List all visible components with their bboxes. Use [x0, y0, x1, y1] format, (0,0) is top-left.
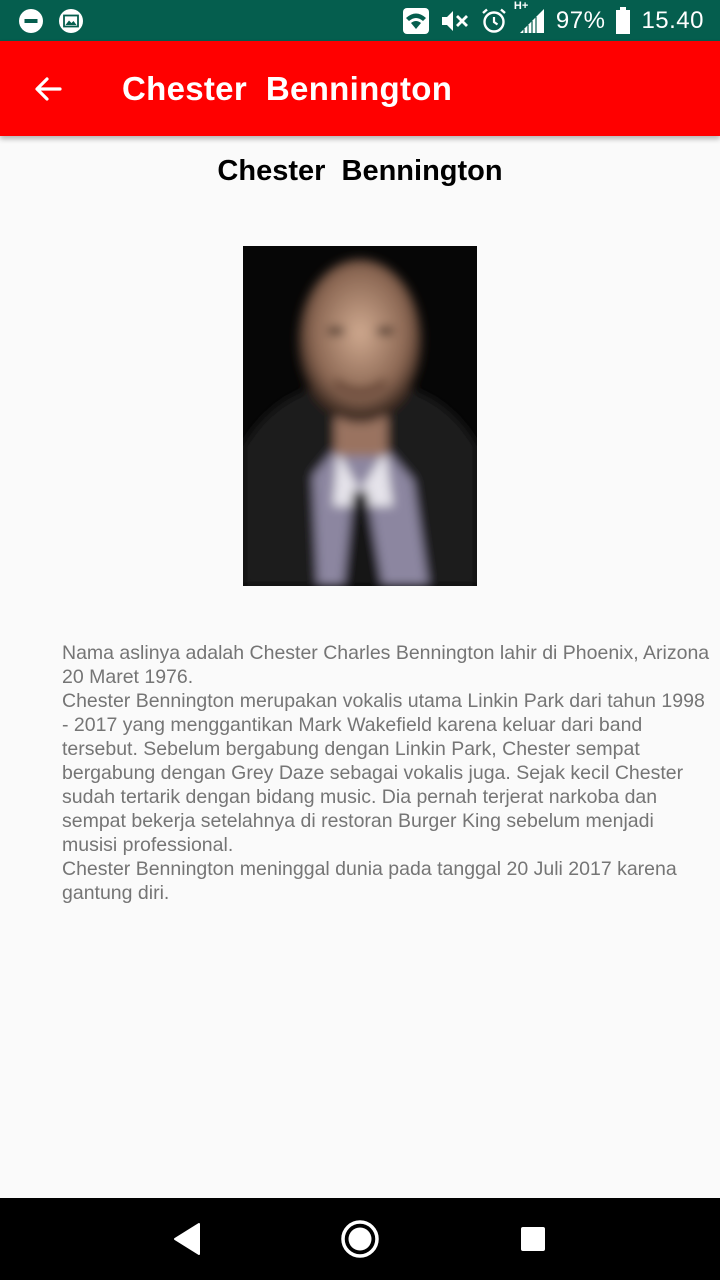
mute-icon: [440, 8, 470, 34]
back-triangle-icon: [172, 1222, 202, 1256]
home-circle-icon: [340, 1219, 380, 1259]
battery-icon: [615, 6, 631, 35]
back-button[interactable]: [0, 41, 96, 136]
recents-square-icon: [519, 1225, 547, 1253]
wifi-icon: [402, 7, 430, 35]
profile-photo: [243, 246, 477, 586]
image-icon: [58, 8, 84, 34]
bio-text: Nama aslinya adalah Chester Charles Benn…: [62, 642, 710, 904]
app-bar-title: Chester Bennington: [122, 69, 453, 107]
network-type-label: H+: [513, 0, 529, 12]
app-bar: Chester Bennington: [0, 41, 720, 136]
battery-percent: 97%: [555, 6, 606, 34]
status-bar: H+ 97% 15.40: [0, 0, 720, 41]
navigation-bar: [0, 1198, 720, 1280]
arrow-back-icon: [33, 74, 63, 104]
do-not-disturb-icon: [18, 8, 44, 34]
nav-recents-button[interactable]: [503, 1209, 563, 1269]
page-title: Chester Bennington: [217, 155, 503, 187]
signal-icon: H+: [514, 0, 546, 35]
alarm-icon: [480, 7, 508, 35]
nav-back-button[interactable]: [157, 1209, 217, 1269]
status-time: 15.40: [641, 6, 704, 34]
nav-home-button[interactable]: [330, 1209, 390, 1269]
